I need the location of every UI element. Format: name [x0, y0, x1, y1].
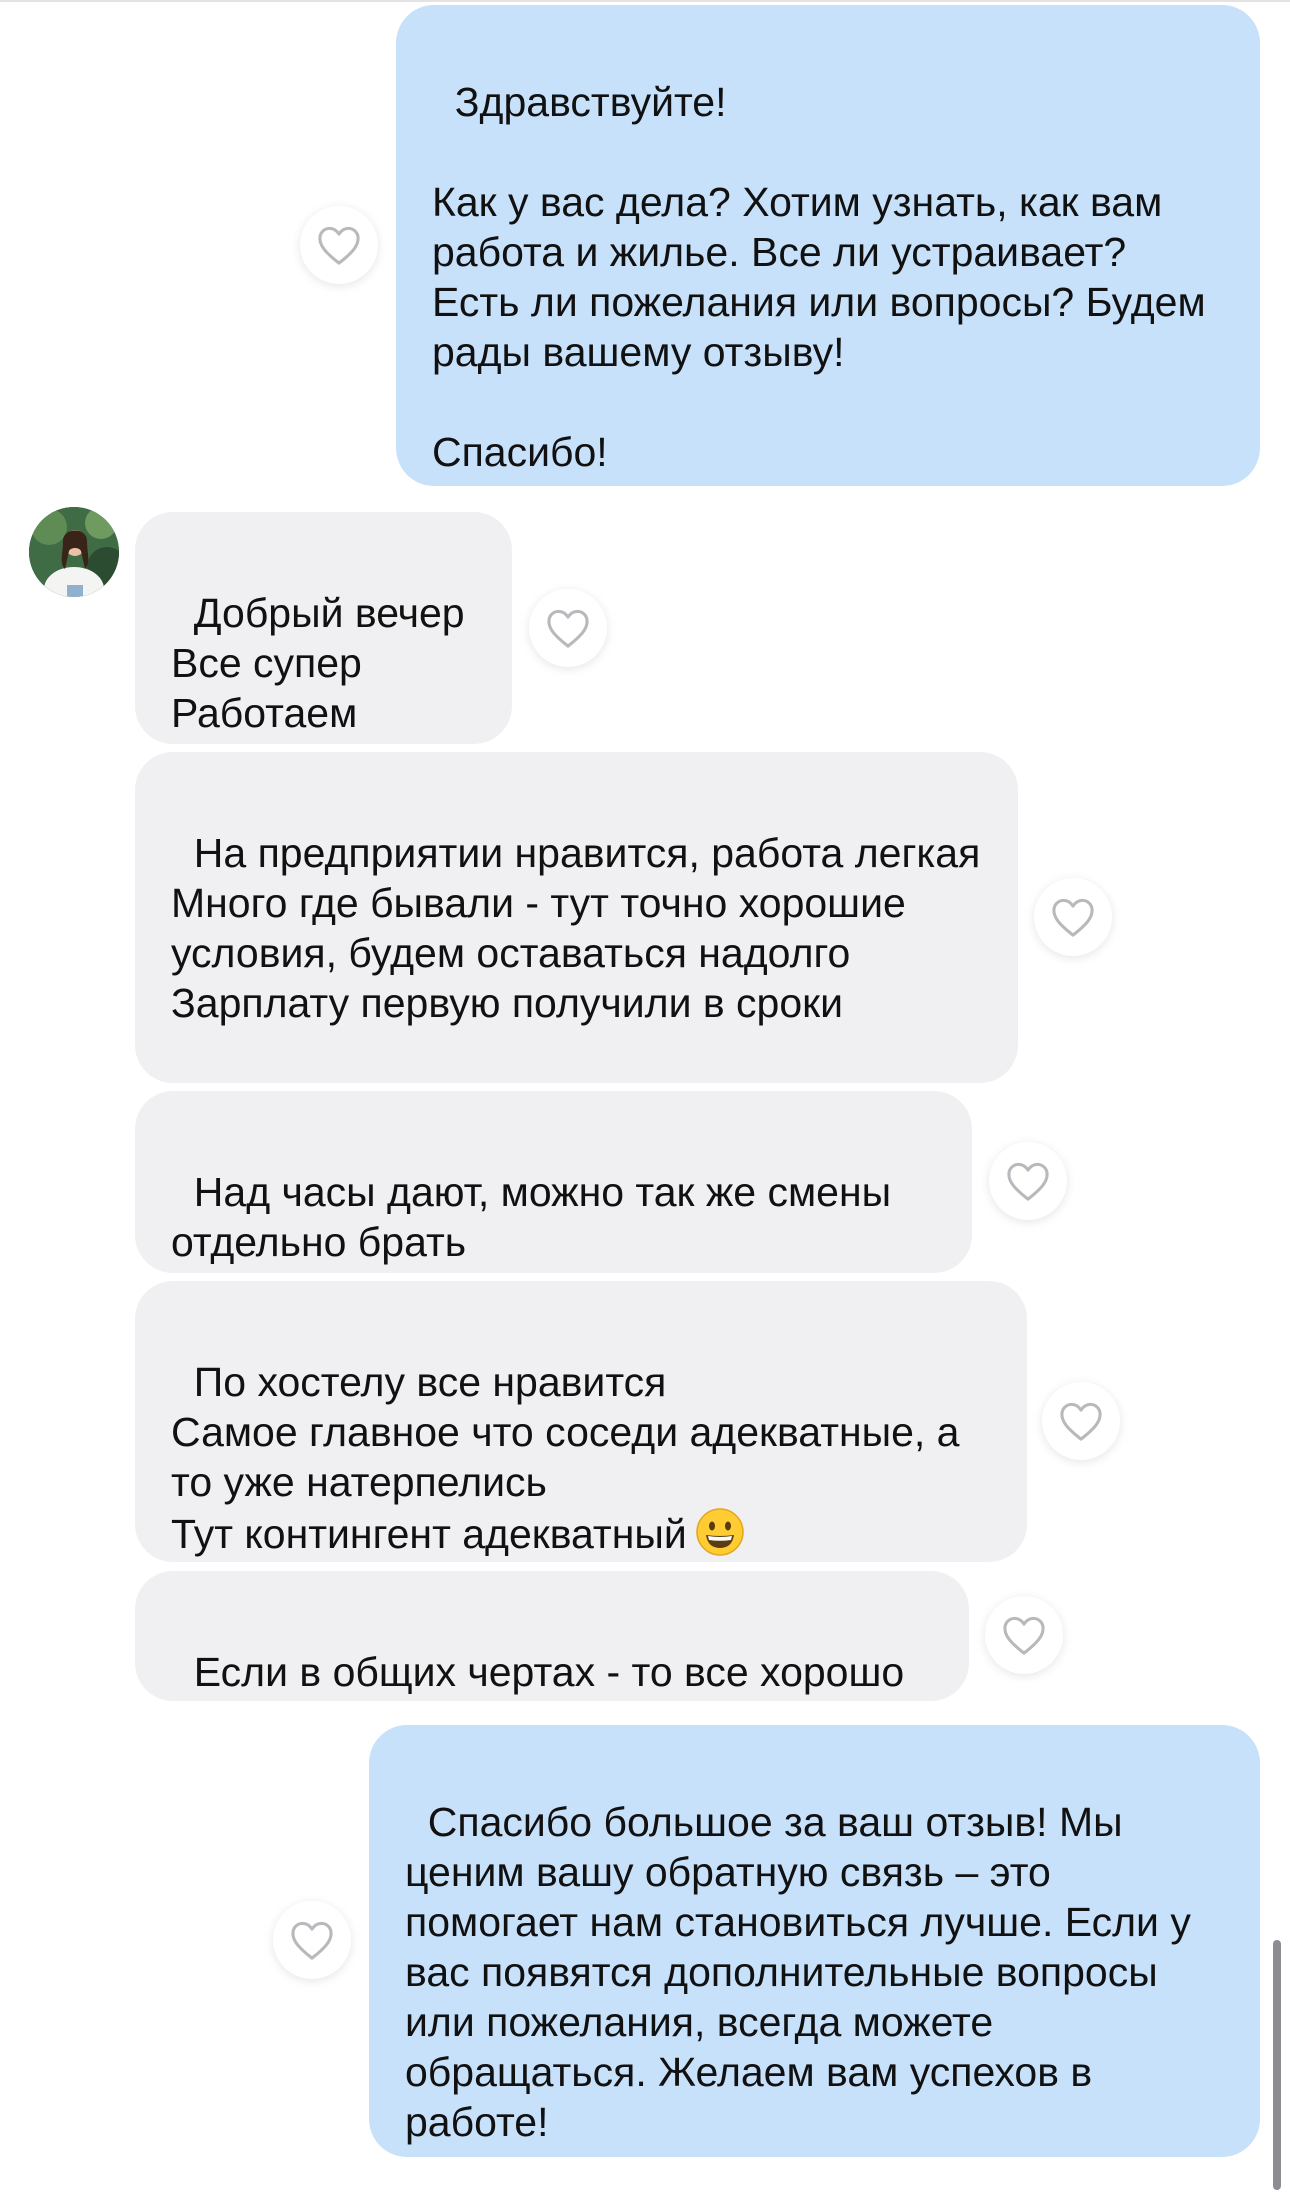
heart-outline-icon	[291, 1921, 333, 1960]
grinning-face-icon	[695, 1508, 744, 1556]
message-text: Над часы дают, можно так же смены отдель…	[171, 1169, 903, 1265]
message-bubble-outgoing[interactable]: Здравствуйте! Как у вас дела? Хотим узна…	[396, 5, 1260, 486]
heart-outline-icon	[1003, 1616, 1045, 1655]
like-button[interactable]	[273, 1901, 351, 1979]
like-button[interactable]	[1034, 878, 1112, 956]
like-button[interactable]	[985, 1596, 1063, 1674]
heart-outline-icon	[1052, 898, 1094, 937]
like-button[interactable]	[989, 1142, 1067, 1220]
message-bubble-incoming[interactable]: На предприятии нравится, работа легкая М…	[135, 752, 1018, 1083]
like-button[interactable]	[1042, 1382, 1120, 1460]
message-bubble-outgoing[interactable]: Спасибо большое за ваш отзыв! Мы ценим в…	[369, 1725, 1260, 2157]
heart-outline-icon	[1007, 1162, 1049, 1201]
like-button[interactable]	[529, 589, 607, 667]
message-text: По хостелу все нравится Самое главное чт…	[171, 1359, 960, 1557]
message-bubble-incoming[interactable]: Добрый вечер Все супер Работаем	[135, 512, 512, 744]
message-text: Добрый вечер Все супер Работаем	[171, 590, 465, 736]
heart-outline-icon	[547, 609, 589, 648]
scrollbar-thumb[interactable]	[1273, 1940, 1281, 2190]
message-text: Спасибо большое за ваш отзыв! Мы ценим в…	[405, 1799, 1203, 2145]
avatar-photo-icon	[29, 507, 119, 597]
message-bubble-incoming[interactable]: Если в общих чертах - то все хорошо	[135, 1571, 969, 1701]
top-divider	[0, 0, 1290, 2]
message-bubble-incoming[interactable]: По хостелу все нравится Самое главное чт…	[135, 1281, 1027, 1562]
message-bubble-incoming[interactable]: Над часы дают, можно так же смены отдель…	[135, 1091, 972, 1273]
like-button[interactable]	[300, 206, 378, 284]
heart-outline-icon	[318, 226, 360, 265]
message-text: Если в общих чертах - то все хорошо	[193, 1649, 905, 1695]
user-avatar[interactable]	[29, 507, 119, 597]
message-text: На предприятии нравится, работа легкая М…	[171, 830, 981, 1026]
message-text: Здравствуйте! Как у вас дела? Хотим узна…	[432, 79, 1206, 475]
heart-outline-icon	[1060, 1402, 1102, 1441]
